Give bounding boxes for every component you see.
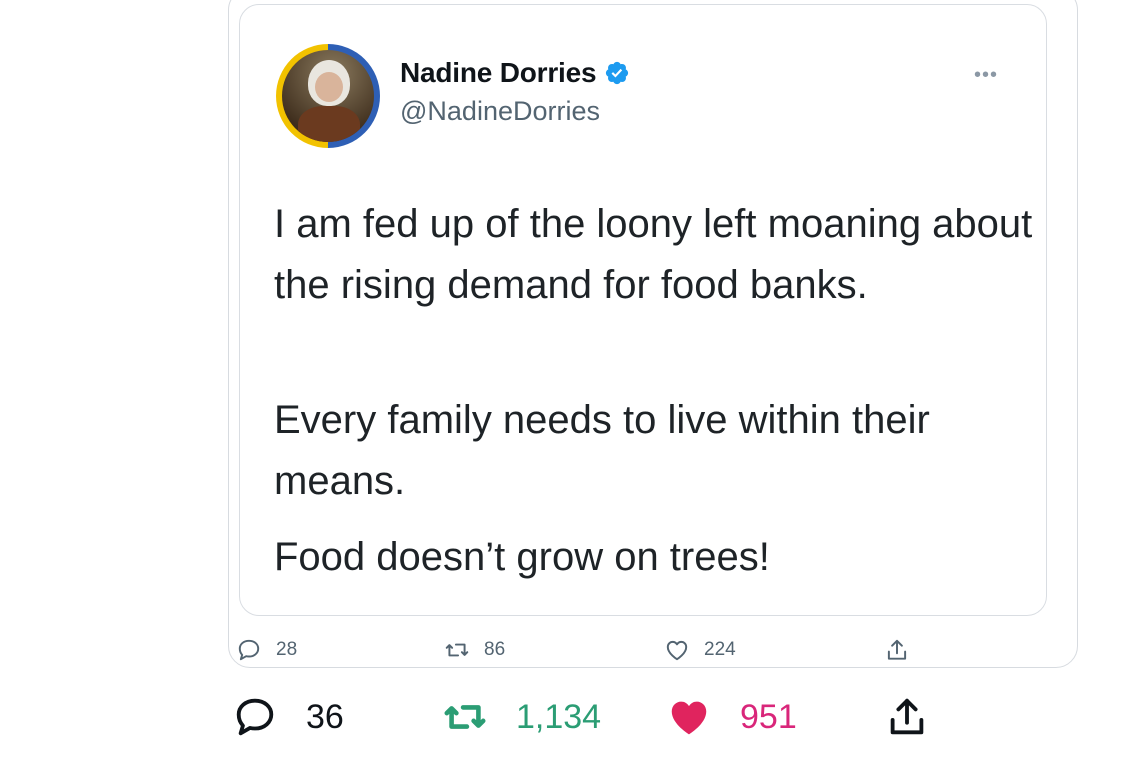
share-button[interactable] bbox=[884, 690, 958, 744]
author-handle[interactable]: @NadineDorries bbox=[400, 96, 600, 127]
verified-badge-icon bbox=[604, 60, 630, 86]
retweet-count: 1,134 bbox=[516, 697, 602, 736]
reply-icon bbox=[236, 698, 274, 736]
like-count: 951 bbox=[740, 697, 797, 736]
more-horizontal-icon[interactable]: ••• bbox=[974, 64, 998, 87]
reply-button[interactable]: 36 bbox=[232, 690, 344, 744]
avatar-face-shape bbox=[315, 72, 343, 102]
author-name-row[interactable]: Nadine Dorries bbox=[400, 57, 630, 89]
quoted-share-button[interactable] bbox=[884, 632, 924, 668]
quoted-like-button[interactable]: 224 bbox=[664, 632, 736, 668]
avatar[interactable] bbox=[276, 44, 380, 148]
tweet-paragraph: Every family needs to live within their … bbox=[274, 398, 930, 503]
tweet-paragraph: Food doesn’t grow on trees! bbox=[274, 535, 770, 579]
quoted-retweet-button[interactable]: 86 bbox=[444, 632, 505, 668]
retweet-icon bbox=[444, 705, 486, 729]
avatar-photo bbox=[282, 50, 374, 142]
quoted-retweet-count: 86 bbox=[484, 639, 506, 660]
tweet-paragraph: I am fed up of the loony left moaning ab… bbox=[274, 202, 1033, 307]
like-icon bbox=[671, 701, 707, 735]
like-icon bbox=[666, 640, 688, 661]
quoted-like-count: 224 bbox=[704, 639, 736, 660]
quoted-reply-count: 28 bbox=[276, 639, 298, 660]
author-display-name[interactable]: Nadine Dorries bbox=[400, 57, 597, 89]
retweet-button[interactable]: 1,134 bbox=[442, 690, 601, 744]
like-button[interactable]: 951 bbox=[666, 690, 797, 744]
share-icon bbox=[887, 639, 907, 660]
quoted-reply-button[interactable]: 28 bbox=[236, 632, 297, 668]
reply-icon bbox=[238, 639, 260, 661]
avatar-body-shape bbox=[298, 106, 360, 142]
retweet-icon bbox=[445, 643, 469, 657]
share-icon bbox=[890, 698, 924, 735]
reply-count: 36 bbox=[306, 697, 344, 736]
